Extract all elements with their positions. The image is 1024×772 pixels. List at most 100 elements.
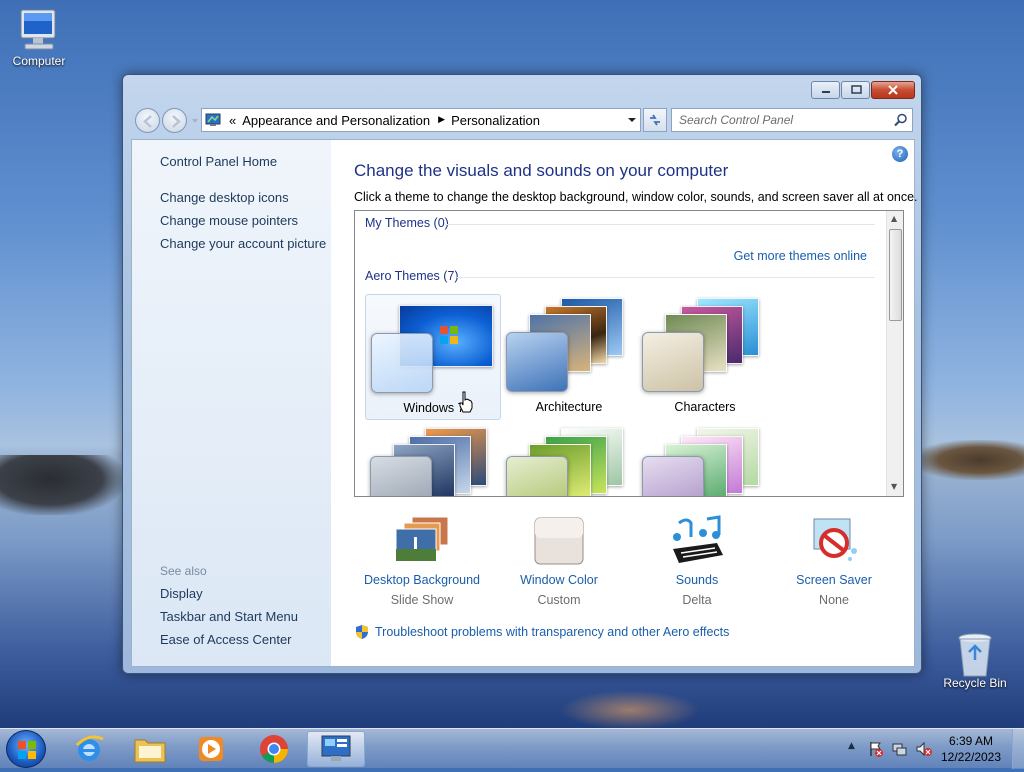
close-button[interactable] [871,81,915,99]
sidebar-link-taskbar-start-menu[interactable]: Taskbar and Start Menu [160,609,298,624]
group-divider [445,224,875,225]
windows-logo-icon [18,741,36,759]
wallpaper-rocks-right [914,440,1024,480]
sidebar-link-display[interactable]: Display [160,586,203,601]
see-also-label: See also [160,564,207,578]
sidebar-link-control-panel-home[interactable]: Control Panel Home [160,154,277,169]
action-center-flag-icon[interactable] [868,741,884,757]
tool-name[interactable]: Desktop Background [347,573,497,587]
forward-arrow-icon [172,115,181,128]
recent-pages-dropdown-icon[interactable] [191,117,199,125]
help-button[interactable]: ? [892,146,908,162]
group-header-aero-themes[interactable]: Aero Themes (7) [365,269,459,283]
control-panel-icon [321,735,351,761]
main-panel: ? Change the visuals and sounds on your … [331,140,918,666]
page-description: Click a theme to change the desktop back… [354,190,918,204]
tool-value: None [819,593,849,607]
window-color-swatch [506,332,568,392]
desktop-icon-recycle-bin[interactable]: Recycle Bin [939,630,1011,690]
close-icon [888,85,898,95]
theme-list-scrollbar[interactable]: ▲ ▼ [886,211,903,496]
back-button[interactable] [135,108,160,133]
wallpaper-rocks-left [0,455,124,515]
window-color-swatch [370,456,432,496]
tool-value: Delta [682,593,712,607]
window-color-button[interactable]: Window Color Custom [484,515,634,607]
tool-value: Custom [537,593,581,607]
breadcrumb-separator-icon[interactable]: ▶ [438,115,445,125]
group-divider [457,277,875,278]
address-dropdown-icon[interactable] [627,115,637,125]
network-icon[interactable] [892,741,908,757]
sidebar-link-mouse-pointers[interactable]: Change mouse pointers [160,213,298,228]
caption-buttons [811,81,915,99]
sidebar-link-account-picture[interactable]: Change your account picture [160,236,326,251]
taskbar-chrome[interactable] [245,731,303,767]
window-color-swatch [371,333,433,393]
breadcrumb-personalization[interactable]: Personalization [451,113,540,128]
forward-button[interactable] [162,108,187,133]
get-more-themes-link[interactable]: Get more themes online [734,249,867,263]
theme-label: Windows 7 [403,401,465,415]
sounds-button[interactable]: Sounds Delta [622,515,772,607]
maximize-icon [850,85,862,94]
shield-icon [356,625,368,639]
tool-name[interactable]: Sounds [622,573,772,587]
refresh-icon [650,114,660,126]
maximize-button[interactable] [841,81,870,99]
control-panel-icon [205,113,221,126]
theme-landscapes[interactable] [365,424,501,496]
taskbar-control-panel[interactable] [307,731,365,767]
scroll-up-icon[interactable]: ▲ [891,214,897,223]
media-player-icon [199,737,223,761]
chrome-icon [260,735,288,763]
tool-name[interactable]: Screen Saver [759,573,909,587]
theme-characters[interactable]: Characters [637,294,773,420]
sidebar-link-desktop-icons[interactable]: Change desktop icons [160,190,289,205]
wallpaper-sunset-glow [560,690,700,730]
theme-windows-7[interactable]: Windows 7 [365,294,501,420]
desktop-icon-computer[interactable]: Computer [3,8,75,68]
taskbar-media-player[interactable] [182,731,240,767]
system-clock[interactable]: 6:39 AM 12/22/2023 [936,733,1006,765]
theme-architecture[interactable]: Architecture [501,294,637,420]
desktop-background-icon [392,515,452,567]
volume-muted-icon[interactable] [916,741,932,757]
screen-saver-icon [804,515,864,567]
troubleshoot-link[interactable]: Troubleshoot problems with transparency … [354,624,729,640]
theme-nature[interactable] [501,424,637,496]
back-arrow-icon [143,115,152,128]
desktop-icon-label: Computer [12,54,66,68]
sidebar-link-ease-of-access[interactable]: Ease of Access Center [160,632,292,647]
minimize-icon [821,91,830,93]
tool-name[interactable]: Window Color [484,573,634,587]
address-bar[interactable]: « Appearance and Personalization ▶ Perso… [201,108,641,132]
desktop-background-button[interactable]: Desktop Background Slide Show [347,515,497,607]
search-icon[interactable] [894,113,908,127]
refresh-button[interactable] [643,108,667,132]
personalization-tools: Desktop Background Slide Show Window Col… [354,515,914,615]
window-color-icon [529,515,589,567]
group-header-my-themes[interactable]: My Themes (0) [365,216,449,230]
taskbar-windows-explorer[interactable] [121,731,179,767]
clock-date: 12/22/2023 [940,750,1002,764]
theme-scenes[interactable] [637,424,773,496]
personalization-window: « Appearance and Personalization ▶ Perso… [122,74,922,674]
theme-list: My Themes (0) Get more themes online Aer… [354,210,904,497]
minimize-button[interactable] [811,81,840,99]
scroll-down-icon[interactable]: ▼ [891,482,897,491]
computer-icon [15,8,63,52]
start-button[interactable] [6,730,46,768]
address-chevron[interactable]: « [229,113,236,128]
show-hidden-icons-icon[interactable]: ▲ [848,741,855,751]
recycle-bin-icon [951,630,999,677]
taskbar-internet-explorer[interactable] [60,731,118,767]
tool-value: Slide Show [390,593,454,607]
search-input[interactable]: Search Control Panel [671,108,913,132]
scrollbar-thumb[interactable] [889,229,902,321]
theme-label: Characters [674,400,736,414]
show-desktop-button[interactable] [1012,729,1024,769]
group-header-aero-themes-label: Aero Themes (7) [365,269,459,283]
breadcrumb-appearance[interactable]: Appearance and Personalization [242,113,430,128]
screen-saver-button[interactable]: Screen Saver None [759,515,909,607]
